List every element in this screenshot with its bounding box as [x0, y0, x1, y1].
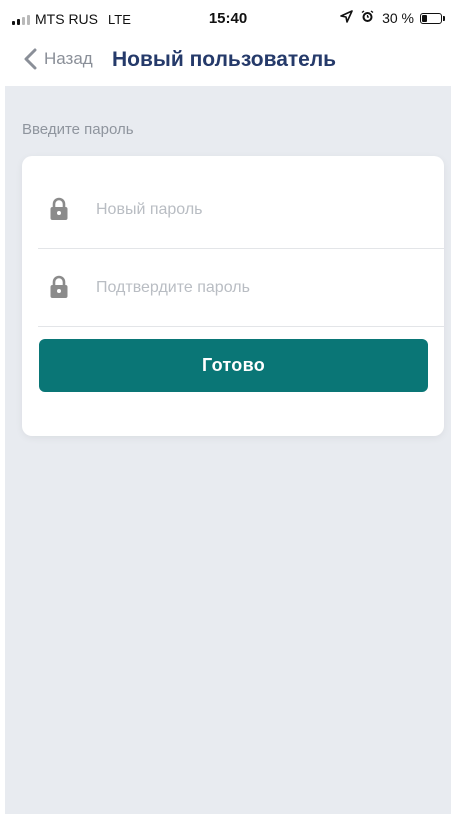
- status-bar-right: 30 %: [340, 10, 445, 26]
- back-button[interactable]: Назад: [24, 48, 93, 70]
- confirm-password-row: [38, 249, 444, 327]
- back-label: Назад: [44, 49, 93, 68]
- new-password-input[interactable]: [94, 193, 428, 227]
- alarm-icon: [361, 10, 374, 26]
- status-bar: MTS RUS LTE 15:40 30 %: [0, 0, 456, 40]
- battery-icon: [420, 12, 445, 24]
- page-title: Новый пользователь: [112, 48, 337, 71]
- navigation-bar: Назад Новый пользователь: [0, 40, 456, 86]
- done-button[interactable]: Готово: [39, 339, 428, 392]
- new-password-row: [38, 171, 444, 249]
- section-label: Введите пароль: [22, 121, 134, 138]
- lock-icon: [50, 197, 68, 220]
- chevron-left-icon: [24, 48, 37, 70]
- main-content: Введите пароль Готово: [5, 86, 451, 814]
- password-card: Готово: [22, 156, 444, 436]
- location-arrow-icon: [340, 10, 353, 26]
- confirm-password-input[interactable]: [94, 271, 428, 305]
- battery-percent: 30 %: [382, 10, 414, 26]
- lock-icon: [50, 275, 68, 298]
